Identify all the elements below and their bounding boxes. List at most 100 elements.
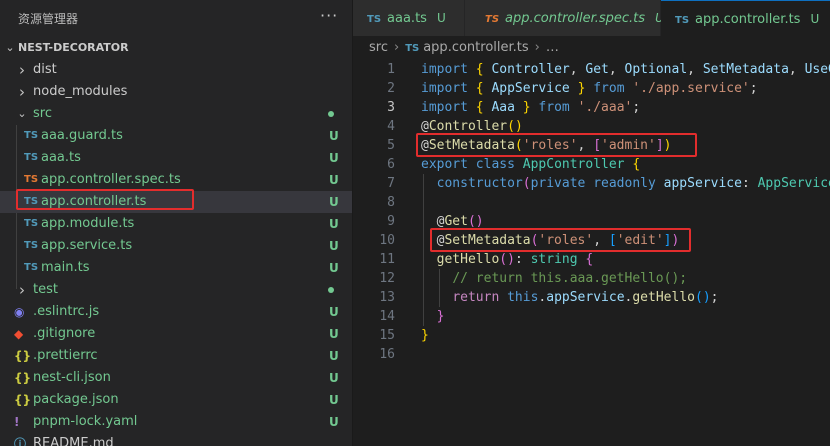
code-token: AppController	[522, 157, 625, 172]
json-braces-icon: {}	[14, 349, 32, 363]
explorer-item[interactable]: TS app.service.ts U	[0, 235, 352, 257]
breadcrumb-file[interactable]: app.controller.ts	[423, 40, 528, 55]
tab-app-controller-spec[interactable]: TS app.controller.spec.ts U	[465, 0, 664, 36]
code-token: private	[530, 176, 586, 191]
git-status-badge: U	[329, 415, 339, 429]
tab-app-controller-active[interactable]: TS app.controller.ts U	[661, 0, 830, 36]
code-text: return this.appService.getHello();	[421, 288, 718, 307]
explorer-item[interactable]: TS aaa.ts U	[0, 147, 352, 169]
explorer-item[interactable]: {} package.json U	[0, 389, 352, 411]
breadcrumb: src › TS app.controller.ts ›…	[369, 40, 559, 55]
code-text: }	[421, 307, 445, 326]
code-line[interactable]: 7 constructor(private readonly appServic…	[353, 174, 830, 193]
explorer-item-label: app.service.ts	[41, 238, 133, 253]
code-token: UseGuards	[804, 62, 830, 77]
explorer-item[interactable]: ◆ .gitignore U	[0, 323, 352, 345]
code-token: constructor	[436, 176, 523, 191]
explorer-item[interactable]: TS aaa.guard.ts U	[0, 125, 352, 147]
explorer-item[interactable]: ⌄ src	[0, 103, 352, 125]
git-status-badge: U	[329, 327, 339, 341]
code-token: )	[475, 214, 484, 229]
code-token: appService	[546, 290, 625, 305]
explorer-item[interactable]: ◉ .eslintrc.js U	[0, 301, 352, 323]
code-token: ;	[632, 100, 641, 115]
explorer-item[interactable]: TS app.controller.spec.ts U	[0, 169, 352, 191]
ts-file-icon: TS	[24, 240, 39, 251]
git-status-badge: U	[329, 195, 339, 209]
line-number: 5	[387, 138, 395, 153]
git-status-badge: U	[329, 393, 339, 407]
explorer-item[interactable]: ⓘ README.md	[0, 433, 352, 446]
explorer-item-label: node_modules	[33, 84, 128, 99]
breadcrumb-folder[interactable]: src	[369, 40, 388, 55]
explorer-item[interactable]: {} nest-cli.json U	[0, 367, 352, 389]
code-token: AppService	[757, 176, 830, 191]
explorer-item-label: .gitignore	[33, 326, 96, 341]
line-number: 15	[379, 328, 395, 343]
code-token: @	[421, 214, 445, 229]
code-text: import { AppService } from './app.servic…	[421, 79, 758, 98]
explorer-root[interactable]: ⌄ NEST-DECORATOR	[0, 37, 352, 59]
code-line[interactable]: 8	[353, 193, 830, 212]
code-token: ;	[749, 81, 758, 96]
code-token: Controller	[491, 62, 570, 77]
tab-status: U	[810, 12, 820, 26]
explorer-item[interactable]: {} .prettierrc U	[0, 345, 352, 367]
explorer-item[interactable]: › test	[0, 279, 352, 301]
code-line[interactable]: 15}	[353, 326, 830, 345]
code-text: export class AppController {	[421, 155, 640, 174]
code-line[interactable]: 2 import { AppService } from './app.servi…	[353, 79, 830, 98]
line-number: 16	[379, 347, 395, 362]
line-number: 14	[379, 309, 395, 324]
code-token: class	[475, 157, 515, 172]
code-line[interactable]: 14 }	[353, 307, 830, 326]
code-line[interactable]: 12 // return this.aaa.getHello();	[353, 269, 830, 288]
git-status-badge: U	[329, 151, 339, 165]
code-token: readonly	[593, 176, 656, 191]
git-status-badge: U	[329, 129, 339, 143]
ts-file-icon: TS	[24, 174, 39, 185]
tab-aaa-ts[interactable]: TS aaa.ts U	[353, 0, 465, 36]
more-actions-icon[interactable]: ···	[320, 6, 338, 25]
line-number: 6	[387, 157, 395, 172]
tab-status: U	[436, 11, 446, 25]
code-line[interactable]: 16	[353, 345, 830, 364]
code-token: ,	[608, 62, 625, 77]
explorer-item[interactable]: TS main.ts U	[0, 257, 352, 279]
git-status-badge: U	[329, 349, 339, 363]
code-token: AppService	[491, 81, 570, 96]
code-token: export	[421, 157, 468, 172]
ts-file-icon: TS	[405, 43, 420, 54]
explorer-item[interactable]: › node_modules	[0, 81, 352, 103]
code-token: @	[421, 119, 429, 134]
code-line[interactable]: 13 return this.appService.getHello();	[353, 288, 830, 307]
code-token: ;	[710, 290, 719, 305]
code-line[interactable]: 3 import { Aaa } from './aaa';	[353, 98, 830, 117]
explorer-item[interactable]: ! pnpm-lock.yaml U	[0, 411, 352, 433]
code-line[interactable]: 6 export class AppController {	[353, 155, 830, 174]
code-text: }	[421, 326, 429, 345]
code-token: import	[421, 62, 468, 77]
explorer-item[interactable]: › dist	[0, 59, 352, 81]
code-line[interactable]: 1 import { Controller, Get, Optional, Set…	[353, 60, 830, 79]
explorer-item[interactable]: TS app.module.ts U	[0, 213, 352, 235]
code-token: }	[522, 100, 531, 115]
chevron-down-icon: ⌄	[5, 41, 15, 54]
code-text: import { Aaa } from './aaa';	[421, 98, 640, 117]
code-token: SetMetadata	[702, 62, 789, 77]
eslint-icon: ◉	[14, 305, 25, 319]
code-token: Get	[444, 214, 468, 229]
explorer-item-label: package.json	[33, 392, 119, 407]
line-number: 2	[387, 81, 395, 96]
breadcrumb-more[interactable]: …	[546, 40, 559, 55]
code-line[interactable]: 11 getHello(): string {	[353, 250, 830, 269]
